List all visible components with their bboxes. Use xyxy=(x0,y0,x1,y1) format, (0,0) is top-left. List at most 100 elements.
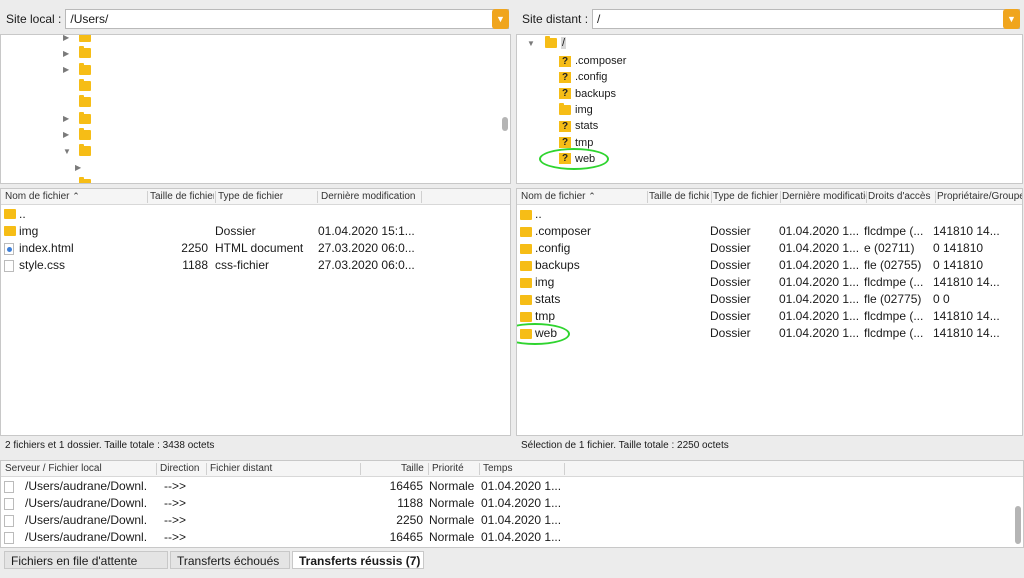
table-row[interactable]: tmp Dossier 01.04.2020 1... flcdmpe (... 141… xyxy=(517,308,1022,325)
file-modified: 01.04.2020 1... xyxy=(779,275,860,289)
table-row[interactable]: index.html 2250 HTML document 27.03.2020 06… xyxy=(1,240,510,257)
file-owner: 0 0 xyxy=(933,292,950,306)
remote-tree-item[interactable]: ? .composer xyxy=(559,53,626,69)
file-permissions: e (02711) xyxy=(864,241,915,255)
local-tree-item[interactable]: ▶ xyxy=(63,35,91,45)
col-header-type[interactable]: Type de fichier xyxy=(218,191,316,202)
local-tree-item[interactable]: ▶ xyxy=(63,127,91,143)
col-header-modified[interactable]: Dernière modification xyxy=(782,191,866,202)
remote-tree-item[interactable]: ? backups xyxy=(559,86,616,102)
queue-priority: Normale xyxy=(429,513,475,527)
col-header-server[interactable]: Serveur / Fichier local xyxy=(5,463,155,474)
queue-direction: -->> xyxy=(164,496,187,510)
local-tree-item[interactable]: ▶ xyxy=(63,62,91,78)
local-path-dropdown-button[interactable]: ▼ xyxy=(492,9,509,29)
file-type: Dossier xyxy=(710,275,751,289)
table-row[interactable]: style.css 1188 css-fichier 27.03.2020 06:0.… xyxy=(1,257,510,274)
queue-row[interactable]: /Users/audrane/Downl. -->> 1188 Normale 01.0… xyxy=(1,495,1011,512)
file-icon xyxy=(4,498,14,510)
local-path-input[interactable]: /Users/ ▼ xyxy=(65,9,509,29)
table-row[interactable]: img Dossier 01.04.2020 1... flcdmpe (... 141… xyxy=(517,274,1022,291)
table-row[interactable]: .config Dossier 01.04.2020 1... e (02711) 0 … xyxy=(517,240,1022,257)
tab-failed[interactable]: Transferts échoués xyxy=(170,551,290,569)
remote-tree-item[interactable]: img xyxy=(559,102,593,118)
table-row[interactable]: web Dossier 01.04.2020 1... flcdmpe (... 141… xyxy=(517,325,1022,342)
col-header-owner[interactable]: Propriétaire/Groupe xyxy=(937,191,1022,202)
queue-row[interactable]: /Users/audrane/Downl. -->> 2250 Normale 01.0… xyxy=(1,512,1011,529)
col-header-name[interactable]: Nom de fichier ⌃ xyxy=(5,191,145,202)
table-row[interactable]: .composer Dossier 01.04.2020 1... flcdmpe (… xyxy=(517,223,1022,240)
file-permissions: flcdmpe (... xyxy=(864,326,924,340)
table-row[interactable]: backups Dossier 01.04.2020 1... fle (02755)… xyxy=(517,257,1022,274)
folder-icon xyxy=(520,278,532,288)
remote-path-value: / xyxy=(597,12,601,26)
local-tree-item[interactable]: ▶ xyxy=(75,159,87,175)
col-header-type[interactable]: Type de fichier xyxy=(713,191,779,202)
unknown-folder-icon: ? xyxy=(559,71,571,83)
local-tree-item[interactable] xyxy=(63,176,91,183)
file-name: img xyxy=(19,224,39,238)
local-tree-item[interactable]: ▶ xyxy=(63,45,91,61)
col-header-direction[interactable]: Direction xyxy=(160,463,206,474)
unknown-folder-icon: ? xyxy=(559,55,571,67)
col-header-modified[interactable]: Dernière modification xyxy=(321,191,421,202)
remote-list-header: Nom de fichier ⌃ Taille de fichier Type … xyxy=(517,189,1022,205)
remote-path-input[interactable]: / ▼ xyxy=(592,9,1020,29)
table-row[interactable]: .. xyxy=(1,206,510,223)
remote-tree-root[interactable]: ▼ / xyxy=(527,35,567,51)
local-tree-item[interactable]: ▶ xyxy=(63,111,91,127)
col-header-name[interactable]: Nom de fichier ⌃ xyxy=(521,191,647,202)
file-modified: 01.04.2020 1... xyxy=(779,326,860,340)
file-name: style.css xyxy=(19,258,66,272)
expand-arrow-icon: ▶ xyxy=(63,65,70,75)
col-header-permissions[interactable]: Droits d'accès xyxy=(868,191,934,202)
remote-tree-label: .config xyxy=(575,71,608,84)
file-icon xyxy=(4,481,14,493)
table-row[interactable]: img Dossier 01.04.2020 15:1... xyxy=(1,223,510,240)
file-modified: 01.04.2020 1... xyxy=(779,258,860,272)
local-tree-scrollbar[interactable] xyxy=(502,117,508,131)
chevron-down-icon: ▼ xyxy=(496,14,505,24)
queue-row[interactable]: /Users/audrane/Downl. -->> 16465 Normale 01.… xyxy=(1,529,1011,546)
local-tree-item[interactable]: ▼ xyxy=(63,143,91,159)
file-type: HTML document xyxy=(215,241,304,255)
file-type: Dossier xyxy=(710,258,751,272)
col-header-time[interactable]: Temps xyxy=(483,463,563,474)
file-permissions: flcdmpe (... xyxy=(864,224,924,238)
table-row[interactable]: stats Dossier 01.04.2020 1... fle (02775) 0 … xyxy=(517,291,1022,308)
remote-path-dropdown-button[interactable]: ▼ xyxy=(1003,9,1020,29)
col-header-priority[interactable]: Priorité xyxy=(432,463,478,474)
col-header-size[interactable]: Taille de fichier xyxy=(649,191,709,202)
table-row[interactable]: .. xyxy=(517,206,1022,223)
file-name: backups xyxy=(535,258,580,272)
file-modified: 01.04.2020 1... xyxy=(779,241,860,255)
tab-successful[interactable]: Transferts réussis (7) xyxy=(292,551,424,569)
queue-local-file: /Users/audrane/Downl. xyxy=(25,530,148,544)
folder-icon xyxy=(79,46,91,59)
file-name: tmp xyxy=(535,309,556,323)
col-header-size[interactable]: Taille xyxy=(401,463,427,474)
file-icon xyxy=(4,515,14,527)
remote-tree-item[interactable]: ? stats xyxy=(559,118,598,134)
html-file-icon xyxy=(4,243,14,255)
col-header-size[interactable]: Taille de fichier xyxy=(150,191,214,202)
file-name: index.html xyxy=(19,241,74,255)
expand-arrow-icon: ▶ xyxy=(63,48,70,58)
queue-priority: Normale xyxy=(429,479,475,493)
file-type: css-fichier xyxy=(215,258,270,272)
remote-tree-label: backups xyxy=(575,87,616,100)
queue-priority: Normale xyxy=(429,496,475,510)
local-site-label: Site local : xyxy=(6,12,62,26)
remote-path-bar: Site distant : / ▼ xyxy=(516,5,1022,33)
local-tree-item[interactable] xyxy=(63,94,91,110)
col-header-remote[interactable]: Fichier distant xyxy=(210,463,360,474)
queue-row[interactable]: /Users/audrane/Downl. -->> 16465 Normale 01.… xyxy=(1,478,1011,495)
queue-scrollbar[interactable] xyxy=(1015,506,1021,544)
folder-icon xyxy=(79,35,91,42)
tab-queued[interactable]: Fichiers en file d'attente xyxy=(4,551,168,569)
remote-tree-label: img xyxy=(575,103,593,116)
file-type: Dossier xyxy=(710,292,751,306)
folder-icon xyxy=(520,227,532,237)
local-tree-item[interactable] xyxy=(63,78,91,94)
remote-tree-item[interactable]: ? .config xyxy=(559,69,607,85)
